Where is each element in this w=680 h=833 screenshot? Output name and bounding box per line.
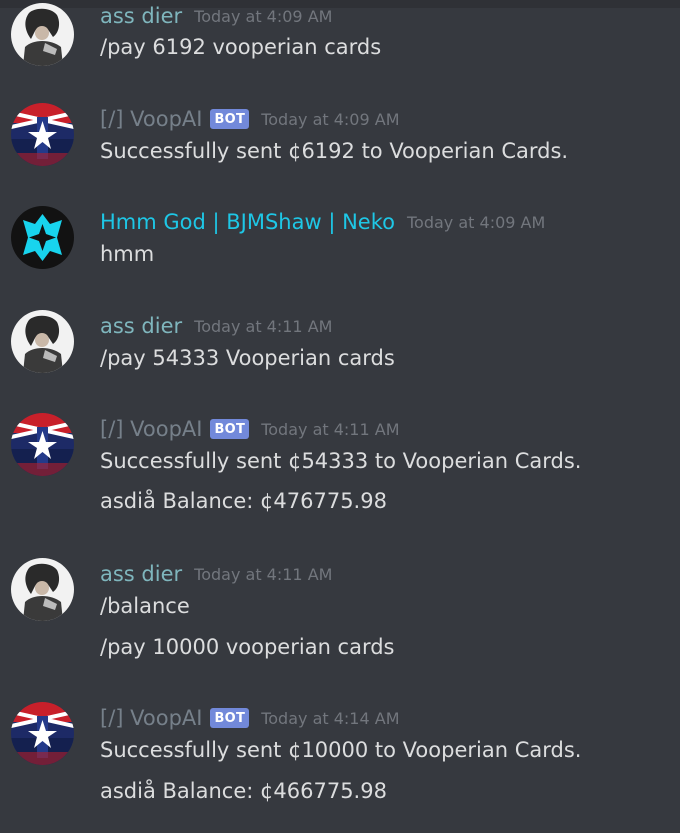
author-name[interactable]: [/] VoopAI: [100, 107, 202, 131]
avatar-neko[interactable]: [11, 206, 74, 269]
message-header: ass dier Today at 4:11 AM: [100, 311, 332, 341]
author-name[interactable]: Hmm God | BJMShaw | Neko: [100, 210, 395, 234]
message-text: Successfully sent ¢54333 to Vooperian Ca…: [100, 449, 582, 473]
avatar-voopai[interactable]: [11, 413, 74, 476]
author-name[interactable]: ass dier: [100, 314, 182, 338]
message-text: asdiå Balance: ¢476775.98: [100, 489, 387, 513]
bot-badge: BOT: [210, 708, 250, 728]
message-header: [/] VoopAI BOT Today at 4:14 AM: [100, 703, 400, 733]
message-text: /pay 6192 vooperian cards: [100, 35, 382, 59]
message-header: ass dier Today at 4:09 AM: [100, 1, 332, 31]
message-header: [/] VoopAI BOT Today at 4:09 AM: [100, 104, 400, 134]
timestamp: Today at 4:14 AM: [261, 708, 400, 728]
message-text: Successfully sent ¢10000 to Vooperian Ca…: [100, 738, 582, 762]
message-text: /balance: [100, 594, 190, 618]
author-name[interactable]: [/] VoopAI: [100, 706, 202, 730]
bot-badge: BOT: [210, 419, 250, 439]
timestamp: Today at 4:09 AM: [194, 6, 333, 26]
message-text: /pay 10000 vooperian cards: [100, 635, 395, 659]
message-text: Successfully sent ¢6192 to Vooperian Car…: [100, 139, 569, 163]
avatar-ass-dier[interactable]: [11, 310, 74, 373]
avatar-ass-dier[interactable]: [11, 3, 74, 66]
avatar-ass-dier[interactable]: [11, 558, 74, 621]
author-name[interactable]: [/] VoopAI: [100, 417, 202, 441]
bot-badge: BOT: [210, 109, 250, 129]
timestamp: Today at 4:09 AM: [406, 212, 546, 232]
timestamp: Today at 4:11 AM: [194, 316, 333, 336]
message-header: Hmm God | BJMShaw | Neko Today at 4:09 A…: [100, 207, 545, 237]
message-header: [/] VoopAI BOT Today at 4:11 AM: [100, 414, 400, 444]
timestamp: Today at 4:11 AM: [194, 564, 333, 584]
message-text: /pay 54333 Vooperian cards: [100, 346, 395, 370]
avatar-voopai[interactable]: [11, 702, 74, 765]
author-name[interactable]: ass dier: [100, 562, 182, 586]
timestamp: Today at 4:09 AM: [261, 109, 400, 129]
message-text: asdiå Balance: ¢466775.98: [100, 779, 387, 803]
message-text: hmm: [100, 242, 155, 266]
message-header: ass dier Today at 4:11 AM: [100, 559, 332, 589]
timestamp: Today at 4:11 AM: [261, 419, 400, 439]
author-name[interactable]: ass dier: [100, 4, 182, 28]
avatar-voopai[interactable]: [11, 103, 74, 166]
